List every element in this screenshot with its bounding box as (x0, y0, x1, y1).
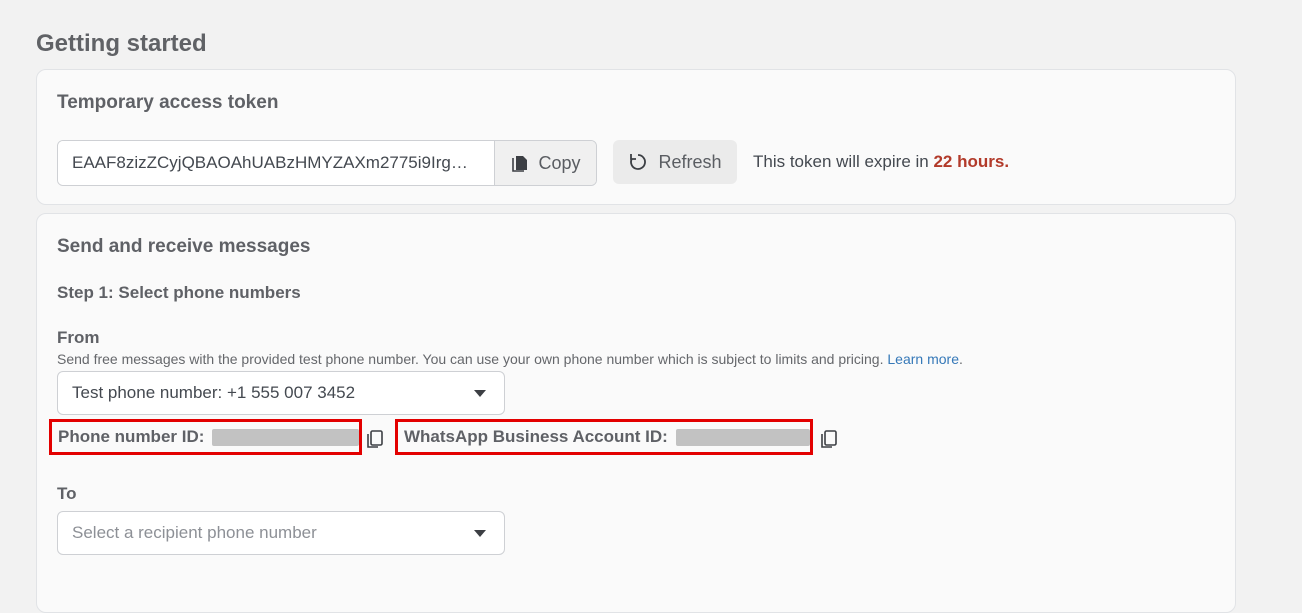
chevron-down-icon (474, 530, 486, 537)
expiry-hours: 22 hours. (933, 152, 1010, 171)
copy-icon[interactable] (364, 428, 386, 450)
phone-number-id-highlight: Phone number ID: (49, 419, 362, 455)
token-expiry-text: This token will expire in 22 hours. (753, 152, 1009, 172)
phone-number-id-label: Phone number ID: (58, 427, 205, 446)
expiry-prefix: This token will expire in (753, 152, 934, 171)
from-hint-end: . (958, 351, 963, 367)
from-hint: Send free messages with the provided tes… (57, 351, 963, 367)
waba-id-redacted (675, 428, 810, 446)
messages-card: Send and receive messages Step 1: Select… (36, 213, 1236, 613)
refresh-token-button[interactable]: Refresh (613, 140, 737, 184)
phone-number-id-redacted (212, 428, 359, 446)
from-selected-value: Test phone number: +1 555 007 3452 (72, 383, 356, 402)
refresh-label: Refresh (658, 151, 722, 172)
page-title: Getting started (36, 30, 207, 57)
chevron-down-icon (474, 390, 486, 397)
to-label: To (57, 484, 77, 503)
token-field-group: Copy (57, 140, 597, 186)
copy-token-button[interactable]: Copy (494, 141, 596, 185)
from-hint-text: Send free messages with the provided tes… (57, 351, 884, 367)
to-phone-select[interactable]: Select a recipient phone number (57, 511, 505, 555)
from-phone-select[interactable]: Test phone number: +1 555 007 3452 (57, 371, 505, 415)
token-card-title: Temporary access token (57, 92, 279, 113)
refresh-icon (630, 154, 647, 170)
step1-title: Step 1: Select phone numbers (57, 283, 301, 302)
from-label: From (57, 328, 100, 347)
token-card: Temporary access token Copy Refresh This… (36, 69, 1236, 205)
to-placeholder: Select a recipient phone number (72, 523, 317, 542)
waba-id-label: WhatsApp Business Account ID: (404, 427, 668, 446)
waba-id-highlight: WhatsApp Business Account ID: (395, 419, 813, 455)
copy-label: Copy (538, 152, 581, 173)
messages-card-title: Send and receive messages (57, 236, 311, 257)
copy-icon (512, 156, 528, 172)
copy-icon[interactable] (818, 428, 840, 450)
token-input[interactable] (58, 141, 494, 185)
learn-more-link[interactable]: Learn more (887, 351, 959, 367)
